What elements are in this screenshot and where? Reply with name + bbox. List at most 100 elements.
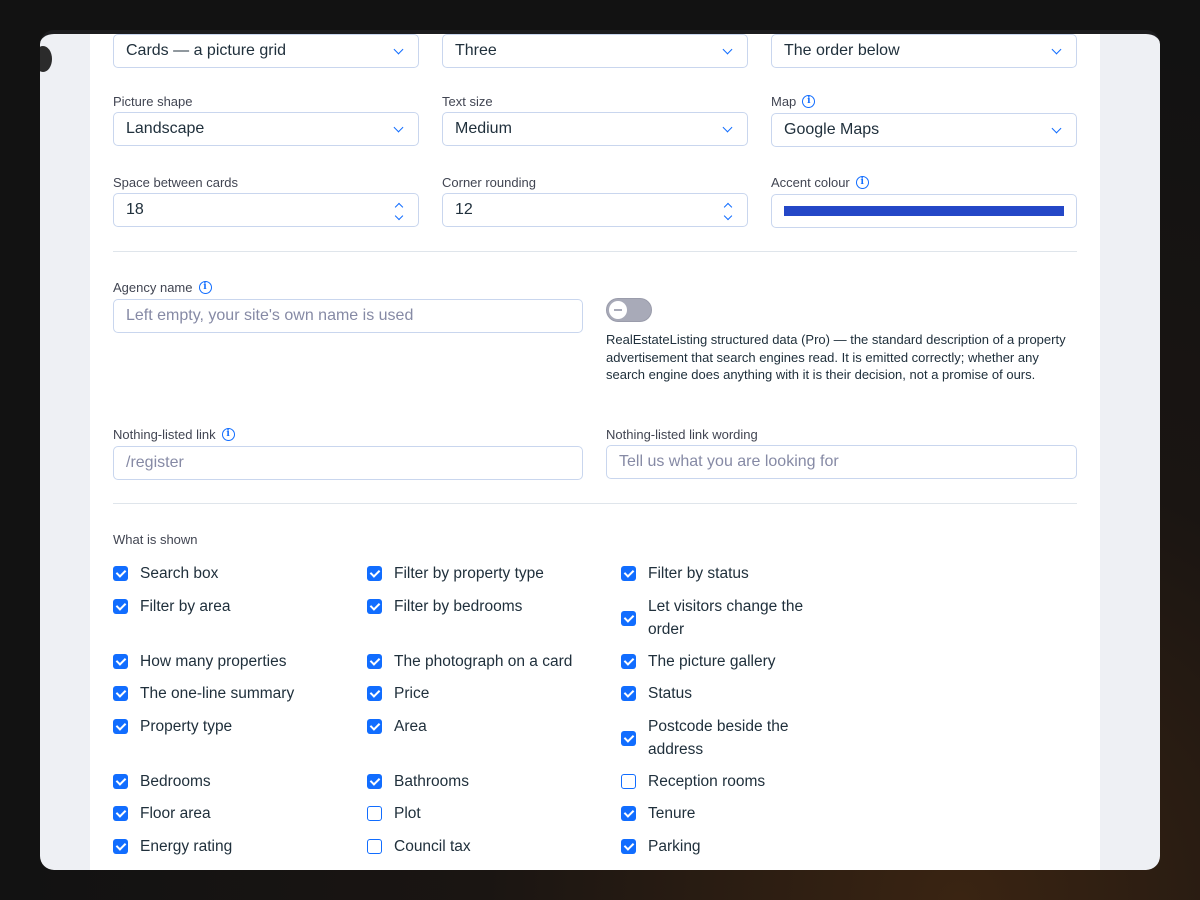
- checkbox-checked-icon[interactable]: [621, 566, 636, 581]
- checkbox-label: Bedrooms: [140, 773, 211, 790]
- stepper-icon[interactable]: [723, 202, 733, 220]
- checkbox-checked-icon[interactable]: [367, 599, 382, 614]
- checkbox-item[interactable]: Price: [367, 682, 607, 705]
- what-is-shown-label: What is shown: [113, 532, 198, 547]
- layout-select[interactable]: Cards — a picture grid: [113, 34, 419, 68]
- corner-rounding-value: 12: [455, 201, 473, 218]
- checkbox-item[interactable]: Bedrooms: [113, 770, 353, 793]
- checkbox-item[interactable]: Property type: [113, 715, 353, 738]
- structured-data-toggle[interactable]: [606, 298, 652, 322]
- checkbox-label: Filter by bedrooms: [394, 598, 523, 615]
- checkbox-label: Area: [394, 718, 427, 735]
- layout-value: Cards — a picture grid: [126, 42, 287, 59]
- nothing-listed-link-input[interactable]: /register: [113, 446, 583, 480]
- nothing-listed-link-label-text: Nothing-listed link: [113, 427, 216, 442]
- space-between-value: 18: [126, 201, 144, 218]
- text-size-select[interactable]: Medium: [442, 112, 748, 146]
- checkbox-unchecked-icon[interactable]: [621, 774, 636, 789]
- checkbox-item[interactable]: Filter by status: [621, 562, 821, 585]
- checkbox-item[interactable]: Filter by property type: [367, 562, 607, 585]
- checkbox-checked-icon[interactable]: [113, 654, 128, 669]
- space-between-input[interactable]: 18: [113, 193, 419, 227]
- checkbox-checked-icon[interactable]: [621, 610, 636, 626]
- checkbox-checked-icon[interactable]: [113, 719, 128, 734]
- accent-colour-label-text: Accent colour: [771, 175, 850, 190]
- info-icon[interactable]: i: [855, 176, 869, 189]
- chevron-down-icon: [393, 44, 404, 54]
- checkbox-item[interactable]: Energy rating: [113, 835, 353, 858]
- checkbox-item[interactable]: Status: [621, 682, 821, 705]
- checkbox-item[interactable]: Council tax: [367, 835, 607, 858]
- checkbox-item[interactable]: Parking: [621, 835, 821, 858]
- window-handle[interactable]: [40, 46, 52, 72]
- agency-name-input[interactable]: Left empty, your site's own name is used: [113, 299, 583, 333]
- checkbox-item[interactable]: The photograph on a card: [367, 650, 607, 673]
- checkbox-label: Search box: [140, 565, 219, 582]
- chevron-down-icon: [1051, 123, 1062, 133]
- checkbox-item[interactable]: Bathrooms: [367, 770, 607, 793]
- stepper-icon[interactable]: [394, 202, 404, 220]
- checkbox-checked-icon[interactable]: [621, 806, 636, 821]
- picture-shape-select[interactable]: Landscape: [113, 112, 419, 146]
- checkbox-label: The picture gallery: [648, 653, 776, 670]
- checkbox-checked-icon[interactable]: [113, 839, 128, 854]
- checkbox-checked-icon[interactable]: [621, 839, 636, 854]
- corner-rounding-input[interactable]: 12: [442, 193, 748, 227]
- checkbox-checked-icon[interactable]: [113, 686, 128, 701]
- checkbox-item[interactable]: The picture gallery: [621, 650, 821, 673]
- accent-colour-picker[interactable]: [771, 194, 1077, 228]
- info-icon[interactable]: i: [198, 281, 212, 294]
- checkbox-item[interactable]: Search box: [113, 562, 353, 585]
- info-icon[interactable]: i: [802, 95, 816, 108]
- divider: [113, 503, 1077, 504]
- picture-shape-label-text: Picture shape: [113, 94, 193, 109]
- toggle-knob: [609, 301, 627, 319]
- checkbox-item[interactable]: Tenure: [621, 802, 821, 825]
- order-value: The order below: [784, 42, 900, 59]
- checkbox-checked-icon[interactable]: [113, 774, 128, 789]
- what-is-shown-label-text: What is shown: [113, 532, 198, 547]
- checkbox-item[interactable]: Plot: [367, 802, 607, 825]
- checkbox-checked-icon[interactable]: [367, 566, 382, 581]
- settings-panel: Cards — a picture grid Three The order b…: [90, 34, 1100, 870]
- checkbox-item[interactable]: How many properties: [113, 650, 353, 673]
- checkbox-checked-icon[interactable]: [113, 806, 128, 821]
- checkbox-checked-icon[interactable]: [367, 686, 382, 701]
- checkbox-item[interactable]: Floor area: [113, 802, 353, 825]
- checkbox-item[interactable]: Reference: [621, 867, 821, 870]
- checkbox-checked-icon[interactable]: [367, 654, 382, 669]
- order-select[interactable]: The order below: [771, 34, 1077, 68]
- checkbox-checked-icon[interactable]: [367, 719, 382, 734]
- chevron-down-icon: [1051, 44, 1062, 54]
- text-size-value: Medium: [455, 120, 512, 137]
- info-icon[interactable]: i: [221, 428, 235, 441]
- checkbox-checked-icon[interactable]: [367, 774, 382, 789]
- map-select[interactable]: Google Maps: [771, 113, 1077, 147]
- checkbox-item[interactable]: The one-line summary: [113, 682, 353, 705]
- corner-rounding-label-text: Corner rounding: [442, 175, 536, 190]
- checkbox-item[interactable]: Filter by bedrooms: [367, 595, 607, 618]
- checkbox-checked-icon[interactable]: [113, 566, 128, 581]
- checkbox-item[interactable]: Filter by area: [113, 595, 353, 618]
- checkbox-item[interactable]: Let visitors change the order: [621, 595, 821, 641]
- checkbox-checked-icon[interactable]: [113, 599, 128, 614]
- checkbox-item[interactable]: Year built: [113, 867, 353, 870]
- checkbox-item[interactable]: Reception rooms: [621, 770, 821, 793]
- nothing-listed-link-placeholder: /register: [126, 454, 184, 471]
- checkbox-checked-icon[interactable]: [621, 730, 636, 746]
- checkbox-item[interactable]: Postcode beside the address: [621, 715, 821, 761]
- nothing-listed-link-label: Nothing-listed link i: [113, 427, 235, 442]
- checkbox-checked-icon[interactable]: [621, 686, 636, 701]
- checkbox-label: Tenure: [648, 805, 696, 822]
- nothing-listed-wording-input[interactable]: Tell us what you are looking for: [606, 445, 1077, 479]
- checkbox-item[interactable]: Area: [367, 715, 607, 738]
- checkbox-unchecked-icon[interactable]: [367, 839, 382, 854]
- checkbox-item[interactable]: Available from: [367, 867, 607, 870]
- checkbox-checked-icon[interactable]: [621, 654, 636, 669]
- checkbox-label: Bathrooms: [394, 773, 469, 790]
- columns-select[interactable]: Three: [442, 34, 748, 68]
- checkbox-label: Postcode beside the address: [648, 718, 789, 758]
- checkbox-label: Filter by area: [140, 598, 231, 615]
- agency-name-label-text: Agency name: [113, 280, 193, 295]
- checkbox-unchecked-icon[interactable]: [367, 806, 382, 821]
